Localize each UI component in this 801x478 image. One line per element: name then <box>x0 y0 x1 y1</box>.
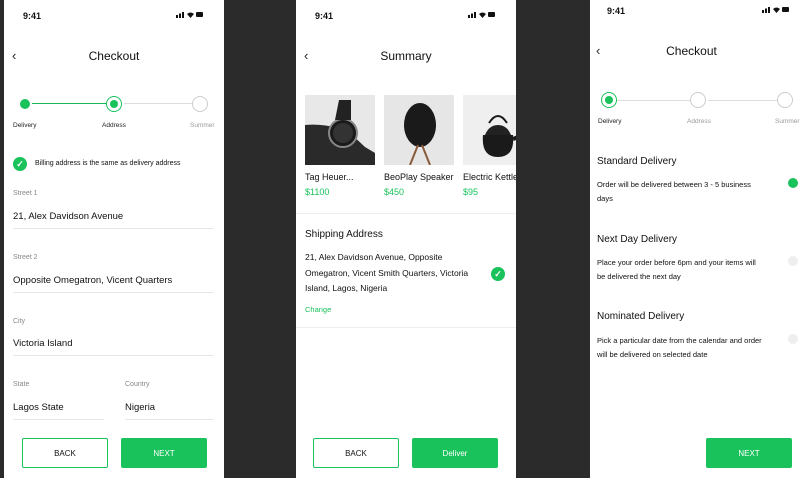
divider <box>296 213 516 214</box>
desc-line: be delivered the next day <box>597 272 681 281</box>
step-label-summer: Summer <box>190 122 215 129</box>
country-label: Country <box>125 381 150 388</box>
state-input[interactable]: Lagos State <box>13 402 64 413</box>
step-dot-address <box>690 92 706 108</box>
billing-same-label: Billing address is the same as delivery … <box>35 160 181 167</box>
checkbox-checked-icon[interactable]: ✓ <box>13 157 27 171</box>
progress-line <box>124 103 194 104</box>
country-underline <box>125 419 214 420</box>
next-button[interactable]: NEXT <box>121 438 207 468</box>
standard-delivery-desc: Order will be delivered between 3 - 5 bu… <box>597 178 751 206</box>
kettle-image[interactable] <box>463 95 516 165</box>
divider <box>296 327 516 328</box>
street1-underline <box>13 228 214 229</box>
signal-wifi-battery-icon <box>762 7 789 13</box>
shipping-address: 21, Alex Davidson Avenue, Opposite Omega… <box>305 250 468 297</box>
signal-wifi-battery-icon <box>176 12 203 18</box>
step-label-summer: Summer <box>775 118 800 125</box>
standard-delivery-title[interactable]: Standard Delivery <box>597 156 676 167</box>
checkout-address-screen: 9:41 ‹ Checkout Delivery Address Summer … <box>4 0 224 478</box>
next-day-delivery-desc: Place your order before 6pm and your ite… <box>597 256 756 284</box>
shipping-address-title: Shipping Address <box>305 229 383 240</box>
step-dot-delivery <box>601 92 617 108</box>
step-label-delivery: Delivery <box>13 122 37 129</box>
speaker-image[interactable] <box>384 95 454 165</box>
product-price-3: $95 <box>463 187 479 197</box>
progress-line <box>708 100 778 101</box>
summary-screen: 9:41 ‹ Summary Tag Heuer... $1100 BeoPla… <box>296 0 516 478</box>
state-underline <box>13 419 104 420</box>
city-label: City <box>13 318 26 325</box>
step-dot-address <box>106 96 122 112</box>
city-input[interactable]: Victoria Island <box>13 338 73 349</box>
street2-input[interactable]: Opposite Omegatron, Vicent Quarters <box>13 275 172 286</box>
street2-label: Street 2 <box>13 254 38 261</box>
product-price-1: $1100 <box>305 187 330 197</box>
step-dot-summer <box>777 92 793 108</box>
change-address-link[interactable]: Change <box>305 305 331 314</box>
deliver-button[interactable]: Deliver <box>412 438 498 468</box>
checkout-delivery-screen: 9:41 ‹ Checkout Delivery Address Summer … <box>590 0 801 478</box>
product-price-2: $450 <box>384 187 405 197</box>
city-underline <box>13 355 214 356</box>
desc-line: Order will be delivered between 3 - 5 bu… <box>597 180 751 189</box>
next-day-delivery-title[interactable]: Next Day Delivery <box>597 234 677 245</box>
signal-wifi-battery-icon <box>468 12 495 18</box>
product-name-1: Tag Heuer... <box>305 172 354 182</box>
status-time: 9:41 <box>315 11 334 21</box>
step-dot-summer <box>192 96 208 112</box>
nominated-delivery-radio[interactable] <box>788 334 798 344</box>
nominated-delivery-title[interactable]: Nominated Delivery <box>597 311 684 322</box>
status-icons <box>762 5 790 14</box>
watch-image[interactable] <box>305 95 375 165</box>
street1-label: Street 1 <box>13 190 38 197</box>
product-name-3: Electric Kettle <box>463 172 516 182</box>
street1-input[interactable]: 21, Alex Davidson Avenue <box>13 211 123 222</box>
country-input[interactable]: Nigeria <box>125 402 155 413</box>
standard-delivery-radio[interactable] <box>788 178 798 188</box>
step-dot-delivery <box>20 99 30 109</box>
next-button[interactable]: NEXT <box>706 438 792 468</box>
status-icons <box>176 10 204 19</box>
desc-line: Pick a particular date from the calendar… <box>597 336 762 345</box>
step-label-delivery: Delivery <box>598 118 622 125</box>
page-title: Summary <box>380 49 432 63</box>
step-label-address: Address <box>687 118 711 125</box>
nominated-delivery-desc: Pick a particular date from the calendar… <box>597 334 762 362</box>
page-title: Checkout <box>88 49 140 63</box>
page-title: Checkout <box>666 44 717 58</box>
status-icons <box>468 10 496 19</box>
status-time: 9:41 <box>23 11 42 21</box>
status-time: 9:41 <box>607 6 626 16</box>
address-selected-check-icon[interactable]: ✓ <box>491 267 505 281</box>
desc-line: will be delivered on selected date <box>597 350 708 359</box>
back-button[interactable]: BACK <box>313 438 399 468</box>
step-label-address: Address <box>102 122 126 129</box>
address-line: Island, Lagos, Nigeria <box>305 283 388 293</box>
address-line: 21, Alex Davidson Avenue, Opposite <box>305 252 443 262</box>
next-day-delivery-radio[interactable] <box>788 256 798 266</box>
address-line: Omegatron, Vicent Smith Quarters, Victor… <box>305 267 469 278</box>
street2-underline <box>13 292 214 293</box>
state-label: State <box>13 381 30 388</box>
back-button[interactable]: BACK <box>22 438 108 468</box>
product-name-2: BeoPlay Speaker <box>384 172 454 182</box>
progress-line-done <box>32 103 116 104</box>
desc-line: days <box>597 194 613 203</box>
desc-line: Place your order before 6pm and your ite… <box>597 258 756 267</box>
